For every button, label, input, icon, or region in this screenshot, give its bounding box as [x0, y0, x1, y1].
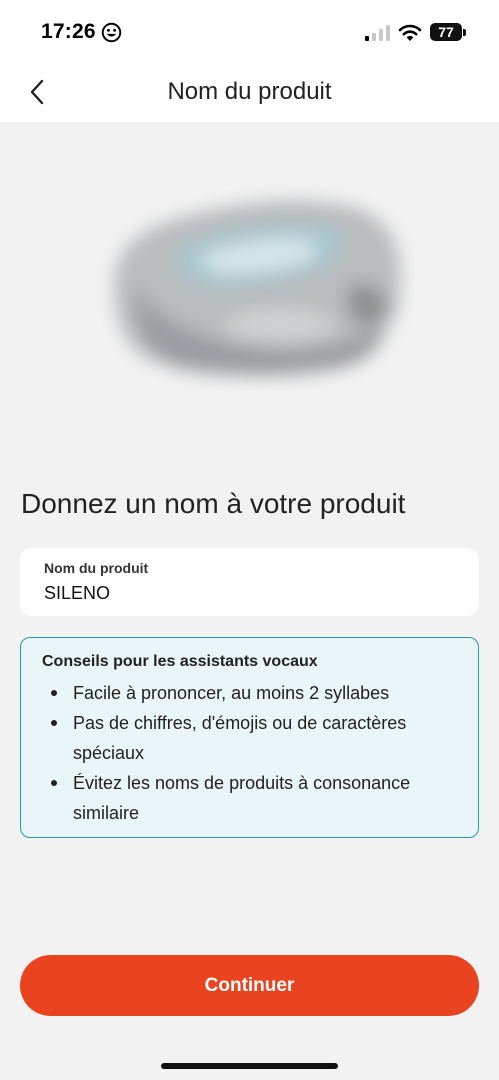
tips-item: Évitez les noms de produits à consonance…: [21, 768, 478, 828]
product-name-field[interactable]: Nom du produit SILENO: [20, 548, 479, 616]
tips-list: Facile à prononcer, au moins 2 syllabes …: [21, 678, 478, 828]
smiley-icon: [101, 22, 122, 43]
form-heading: Donnez un nom à votre produit: [21, 488, 406, 519]
tips-item: Pas de chiffres, d'émojis ou de caractèr…: [21, 708, 478, 768]
wifi-icon: [398, 24, 422, 41]
battery-level: 77: [438, 24, 454, 40]
status-time: 17:26: [41, 20, 96, 43]
product-name-input[interactable]: SILENO: [44, 583, 110, 604]
status-bar: 17:26 77: [0, 0, 499, 62]
product-name-label: Nom du produit: [44, 560, 149, 576]
battery-nub: [463, 29, 466, 36]
tips-item: Facile à prononcer, au moins 2 syllabes: [21, 678, 478, 708]
navigation-bar: Nom du produit: [0, 62, 499, 122]
tips-title: Conseils pour les assistants vocaux: [42, 653, 318, 670]
home-indicator: [161, 1063, 338, 1069]
page-title: Nom du produit: [167, 78, 332, 105]
cellular-signal-icon: [365, 25, 390, 41]
voice-assistant-tips: Conseils pour les assistants vocaux Faci…: [20, 637, 479, 838]
battery-icon: 77: [430, 23, 462, 41]
continue-button[interactable]: Continuer: [20, 955, 479, 1016]
product-image: [114, 200, 401, 376]
